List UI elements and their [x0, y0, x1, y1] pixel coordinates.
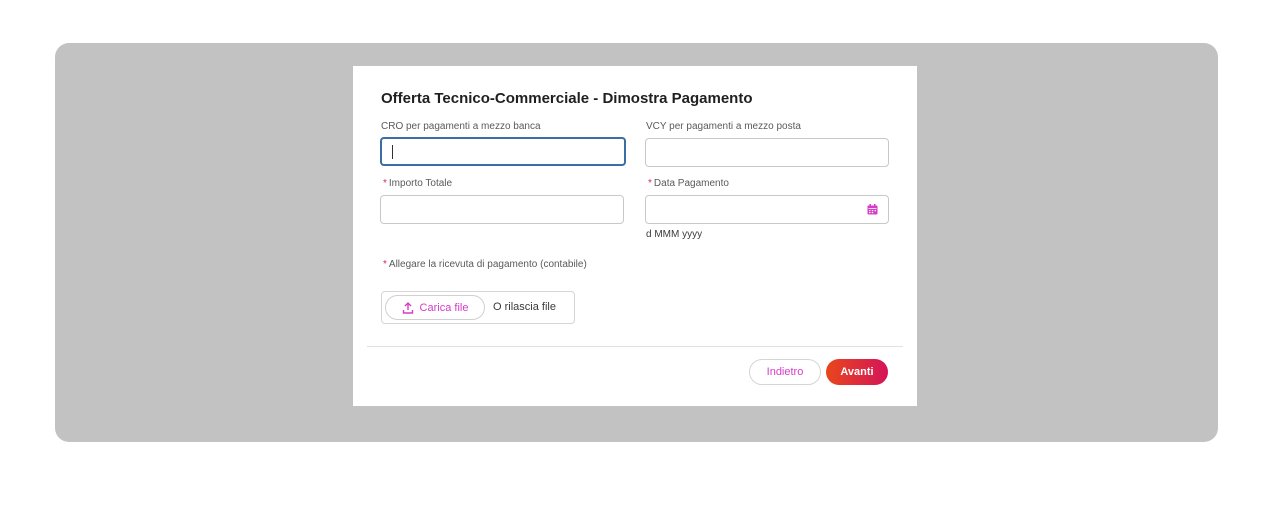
required-marker: * — [383, 259, 387, 270]
required-marker: * — [648, 178, 652, 189]
importo-label-text: Importo Totale — [388, 178, 453, 189]
modal-title: Offerta Tecnico-Commerciale - Dimostra P… — [381, 90, 753, 107]
calendar-icon[interactable] — [867, 204, 878, 215]
vcy-label: VCY per pagamenti a mezzo posta — [646, 121, 801, 132]
upload-label-text: Allegare la ricevuta di pagamento (conta… — [388, 259, 587, 270]
payment-proof-modal: Offerta Tecnico-Commerciale - Dimostra P… — [353, 66, 917, 406]
upload-file-button[interactable]: Carica file — [385, 295, 485, 320]
drop-file-label: O rilascia file — [493, 301, 556, 313]
data-pagamento-label-text: Data Pagamento — [653, 178, 729, 189]
date-format-hint: d MMM yyyy — [646, 229, 703, 240]
importo-label: * Importo Totale — [383, 178, 452, 189]
vcy-input[interactable] — [645, 138, 889, 167]
cro-input[interactable] — [380, 137, 626, 166]
vcy-label-text: VCY per pagamenti a mezzo posta — [646, 121, 801, 132]
cro-label: CRO per pagamenti a mezzo banca — [381, 121, 541, 132]
file-dropzone[interactable]: Carica file O rilascia file — [381, 291, 575, 324]
importo-input[interactable] — [380, 195, 624, 224]
data-pagamento-input[interactable] — [645, 195, 889, 224]
next-button[interactable]: Avanti — [826, 359, 888, 385]
data-pagamento-label: * Data Pagamento — [648, 178, 729, 189]
upload-file-button-label: Carica file — [419, 301, 469, 314]
footer-divider — [367, 346, 903, 347]
upload-label: * Allegare la ricevuta di pagamento (cont… — [383, 259, 587, 270]
upload-icon — [402, 301, 413, 314]
text-caret — [392, 145, 393, 159]
back-button[interactable]: Indietro — [749, 359, 821, 385]
cro-label-text: CRO per pagamenti a mezzo banca — [381, 121, 541, 132]
required-marker: * — [383, 178, 387, 189]
